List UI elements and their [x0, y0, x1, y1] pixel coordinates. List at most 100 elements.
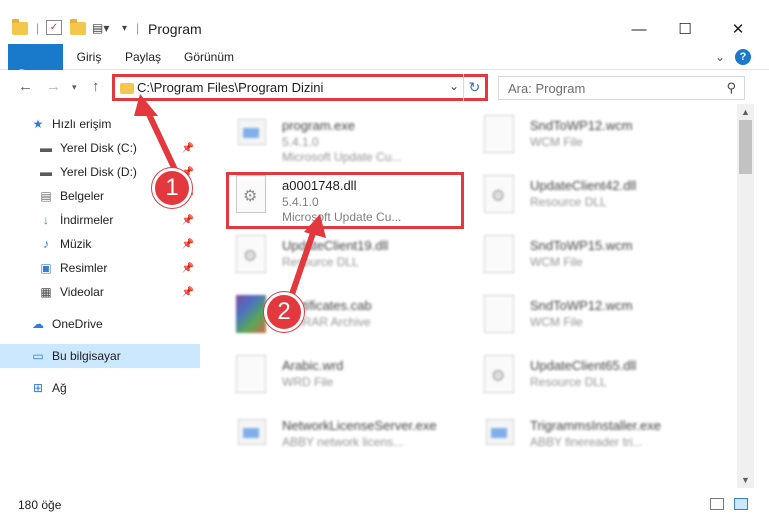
scrollbar-thumb[interactable] — [739, 120, 752, 174]
pictures-icon: ▣ — [40, 261, 52, 275]
new-folder-icon[interactable] — [70, 18, 86, 38]
drive-icon: ▬ — [40, 141, 52, 155]
file-item[interactable]: SndToWP15.wcm WCM File — [468, 226, 708, 286]
blank-file-icon — [484, 115, 514, 153]
file-item[interactable]: TrigrammsInstaller.exe ABBY finereader t… — [468, 406, 708, 466]
details-view-icon[interactable] — [710, 498, 724, 510]
address-dropdown-icon[interactable]: ⌄ — [449, 79, 459, 93]
vertical-scrollbar[interactable]: ▲ ▼ — [737, 104, 754, 488]
up-arrow-icon[interactable]: ↑ — [92, 78, 100, 95]
sidebar-item-pictures[interactable]: ▣ Resimler 📌 — [0, 256, 200, 280]
sidebar-item-music[interactable]: ♪ Müzik 📌 — [0, 232, 200, 256]
file-name: SndToWP12.wcm — [530, 118, 633, 133]
quick-access-dropdown-icon[interactable]: ▾ — [122, 18, 127, 38]
recent-dropdown-icon[interactable]: ▾ — [72, 82, 77, 93]
separator: | — [136, 21, 140, 35]
file-item[interactable]: UpdateClient65.dll Resource DLL — [468, 346, 708, 406]
close-button[interactable]: ✕ — [715, 14, 761, 44]
sidebar-item-videos[interactable]: ▦ Videolar 📌 — [0, 280, 200, 304]
video-icon: ▦ — [40, 285, 52, 299]
step-1-badge: 1 — [152, 168, 192, 208]
file-name: SndToWP12.wcm — [530, 298, 633, 313]
address-row: ← → ▾ ↑ C:\Program Files\Program Dizini … — [0, 70, 769, 104]
sidebar-item-label: Resimler — [60, 261, 108, 275]
pin-icon: 📌 — [181, 142, 194, 154]
file-type: WCM File — [530, 255, 583, 269]
file-item[interactable]: UpdateClient19.dll Resource DLL — [220, 226, 460, 286]
search-placeholder: Ara: Program — [508, 80, 586, 96]
file-type: ABBY network licens... — [282, 435, 404, 449]
file-item[interactable]: UpdateClient42.dll Resource DLL — [468, 166, 708, 226]
ribbon-tabs: Dosya Giriş Paylaş Görünüm ⌄ ? — [0, 44, 769, 104]
properties-icon[interactable]: ✓ — [46, 20, 62, 35]
file-item[interactable]: SndToWP12.wcm WCM File — [468, 286, 708, 346]
address-bar[interactable]: C:\Program Files\Program Dizini ⌄ ↻ — [112, 74, 488, 101]
sidebar-item-label: Ağ — [52, 381, 67, 395]
sidebar-item-this-pc[interactable]: ▭ Bu bilgisayar — [0, 344, 200, 368]
file-type: WRD File — [282, 375, 334, 389]
exe-file-icon — [236, 415, 266, 453]
drive-icon: ▬ — [40, 165, 52, 179]
separator: | — [36, 21, 40, 35]
refresh-icon[interactable]: ↻ — [463, 74, 485, 101]
file-name: Arabic.wrd — [282, 358, 344, 373]
large-icons-view-icon[interactable] — [734, 498, 748, 510]
computer-icon: ▭ — [32, 349, 44, 363]
network-icon: ⊞ — [32, 381, 44, 395]
navigation-pane: ★ Hızlı erişim ▬ Yerel Disk (C:) 📌 ▬ Yer… — [0, 104, 204, 488]
file-name: UpdateClient19.dll — [282, 238, 389, 253]
file-name: TrigrammsInstaller.exe — [530, 418, 661, 433]
sidebar-item-label: Bu bilgisayar — [52, 349, 121, 363]
blank-file-icon — [484, 295, 514, 333]
sidebar-item-quick-access[interactable]: ★ Hızlı erişim — [0, 112, 200, 136]
title-bar: | ✓ ▤▾ ▾ | Program — ☐ ✕ — [0, 0, 769, 44]
status-bar: 180 öğe — [0, 488, 769, 523]
file-item[interactable]: Arabic.wrd WRD File — [220, 346, 460, 406]
sidebar-item-network[interactable]: ⊞ Ağ — [0, 376, 200, 400]
maximize-button[interactable]: ☐ — [662, 14, 708, 44]
file-name: NetworkLicenseServer.exe — [282, 418, 437, 433]
sidebar-item-downloads[interactable]: ↓ İndirmeler 📌 — [0, 208, 200, 232]
pin-icon: 📌 — [181, 286, 194, 298]
tab-home[interactable]: Giriş — [68, 44, 110, 70]
scroll-down-icon[interactable]: ▼ — [741, 475, 750, 485]
file-type: WCM File — [530, 135, 583, 149]
blank-file-icon — [484, 235, 514, 273]
item-count: 180 öğe — [18, 498, 62, 512]
file-type: Microsoft Update Cu... — [282, 150, 402, 164]
download-icon: ↓ — [43, 213, 49, 227]
collapse-ribbon-icon[interactable]: ⌄ — [712, 44, 728, 70]
sidebar-item-label: Belgeler — [60, 189, 105, 203]
customize-icon[interactable]: ▤▾ — [92, 18, 109, 38]
tab-share[interactable]: Paylaş — [118, 44, 168, 70]
file-item[interactable]: NetworkLicenseServer.exe ABBY network li… — [220, 406, 460, 466]
blank-file-icon — [236, 355, 266, 393]
archive-file-icon — [236, 295, 266, 333]
target-file-highlight — [226, 172, 464, 229]
file-item[interactable]: Certificates.cab WinRAR Archive — [220, 286, 460, 346]
sidebar-item-local-disk-c[interactable]: ▬ Yerel Disk (C:) 📌 — [0, 136, 200, 160]
help-icon[interactable]: ? — [735, 49, 751, 65]
exe-file-icon — [236, 115, 266, 153]
step-2-badge: 2 — [264, 292, 304, 332]
tab-view[interactable]: Görünüm — [178, 44, 240, 70]
forward-arrow-icon[interactable]: → — [46, 78, 61, 95]
back-arrow-icon[interactable]: ← — [18, 78, 33, 95]
minimize-button[interactable]: — — [616, 14, 662, 44]
exe-file-icon — [484, 415, 514, 453]
file-type: Resource DLL — [282, 255, 359, 269]
address-path: C:\Program Files\Program Dizini — [137, 80, 324, 95]
pin-icon: 📌 — [181, 262, 194, 274]
search-input[interactable]: Ara: Program ⚲ — [498, 76, 745, 100]
file-type: ABBY finereader tri... — [530, 435, 643, 449]
scroll-up-icon[interactable]: ▲ — [741, 107, 750, 117]
file-name: program.exe — [282, 118, 355, 133]
window-title: Program — [148, 21, 202, 37]
file-version: 5.4.1.0 — [282, 135, 319, 149]
sidebar-item-onedrive[interactable]: ☁ OneDrive — [0, 312, 200, 336]
file-item[interactable]: SndToWP12.wcm WCM File — [468, 106, 708, 166]
sidebar-item-label: Müzik — [60, 237, 92, 251]
file-item[interactable]: program.exe 5.4.1.0 Microsoft Update Cu.… — [220, 106, 460, 166]
sidebar-item-label: İndirmeler — [60, 213, 114, 227]
cloud-icon: ☁ — [32, 317, 44, 331]
